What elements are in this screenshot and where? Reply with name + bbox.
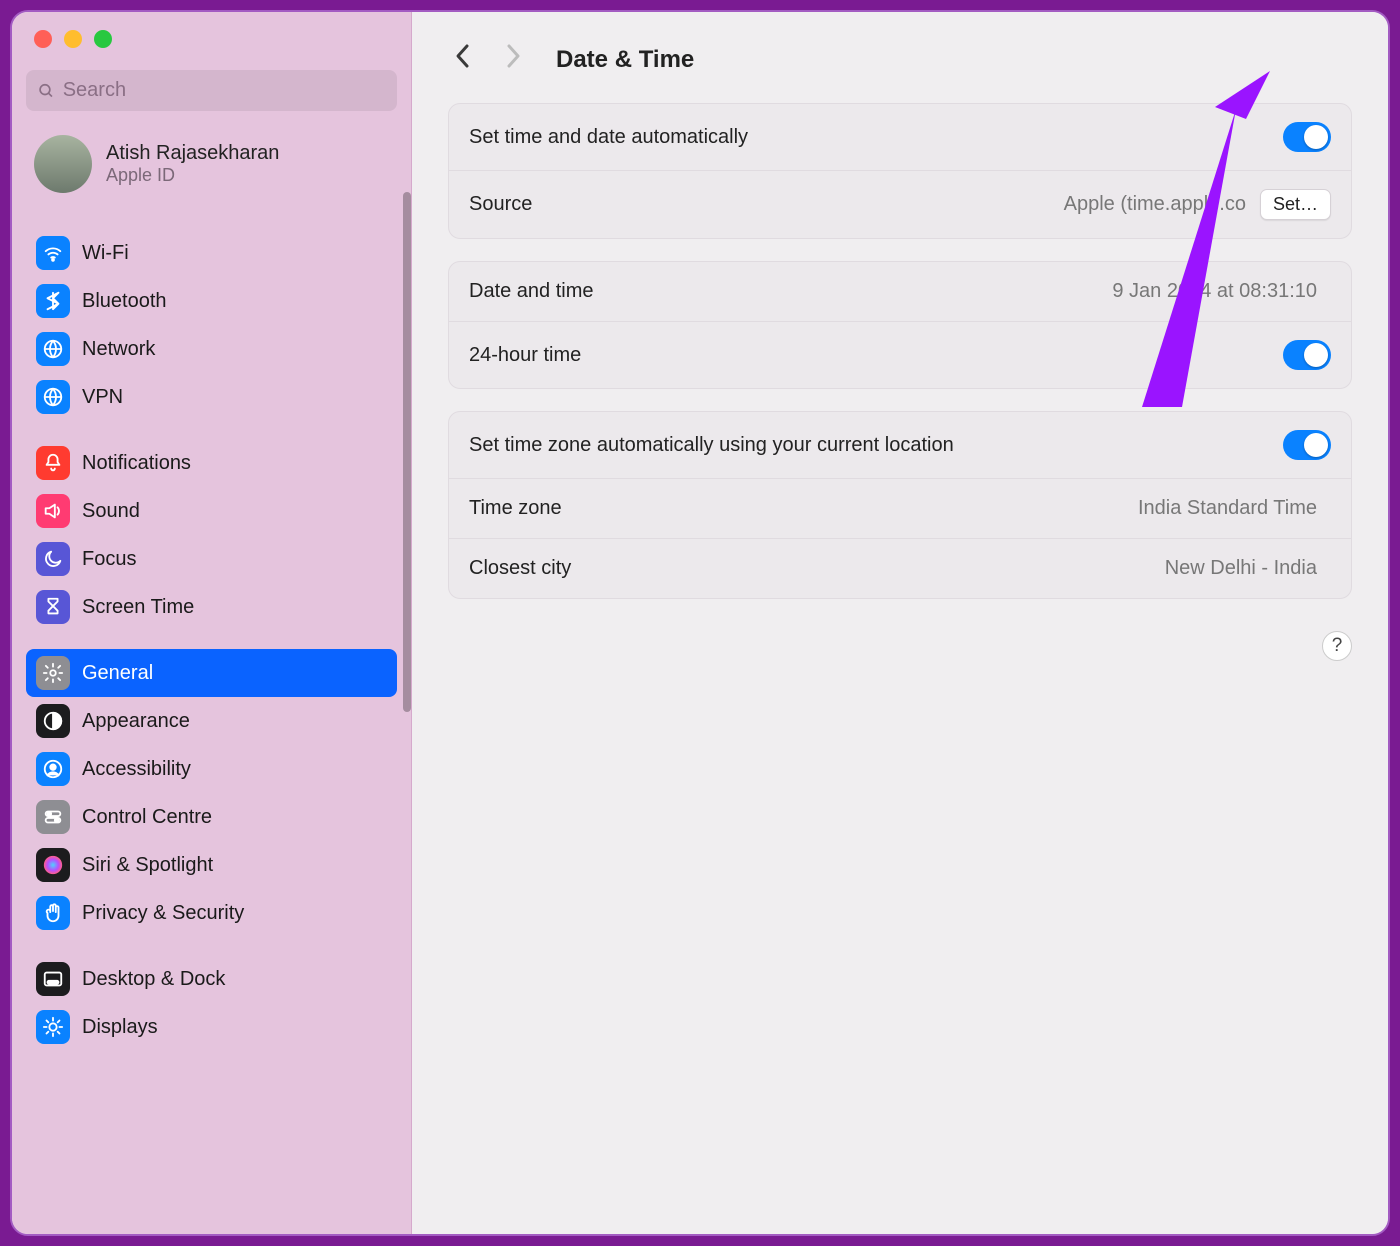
sidebar-item-label: Displays: [82, 1016, 158, 1039]
toggle-24hr[interactable]: [1283, 340, 1331, 370]
row-value: Apple (time.apple.co: [1064, 193, 1246, 216]
close-window-button[interactable]: [34, 30, 52, 48]
row-label: Source: [469, 193, 532, 216]
maximize-window-button[interactable]: [94, 30, 112, 48]
sidebar-item-label: Notifications: [82, 452, 191, 475]
sidebar-item-label: Accessibility: [82, 758, 191, 781]
dock-icon: [36, 962, 70, 996]
sidebar-item-controlcentre[interactable]: Control Centre: [26, 793, 397, 841]
help-button[interactable]: ?: [1322, 631, 1352, 661]
sidebar-item-label: Appearance: [82, 710, 190, 733]
sidebar-item-appearance[interactable]: Appearance: [26, 697, 397, 745]
sidebar-item-general[interactable]: General: [26, 649, 397, 697]
row-tz: Time zone India Standard Time: [449, 478, 1351, 538]
row-auto_datetime: Set time and date automatically: [449, 104, 1351, 170]
account-name: Atish Rajasekharan: [106, 142, 279, 165]
sidebar-item-bluetooth[interactable]: Bluetooth: [26, 277, 397, 325]
toggle-auto_tz[interactable]: [1283, 430, 1331, 460]
bluetooth-icon: [36, 284, 70, 318]
sidebar-item-label: Wi-Fi: [82, 242, 129, 265]
sidebar-item-notifications[interactable]: Notifications: [26, 439, 397, 487]
sidebar-item-screentime[interactable]: Screen Time: [26, 583, 397, 631]
sidebar-item-network[interactable]: Network: [26, 325, 397, 373]
sidebar-item-vpn[interactable]: VPN: [26, 373, 397, 421]
scrollbar-thumb[interactable]: [403, 192, 411, 712]
globe-icon: [36, 332, 70, 366]
row-source: Source Apple (time.apple.co Set…: [449, 170, 1351, 238]
minimize-window-button[interactable]: [64, 30, 82, 48]
sidebar-item-label: VPN: [82, 386, 123, 409]
content-pane: Date & Time Set time and date automatica…: [412, 12, 1388, 1234]
row-label: 24-hour time: [469, 344, 581, 367]
chevron-left-icon: [454, 42, 472, 70]
sidebar-item-displays[interactable]: Displays: [26, 1003, 397, 1051]
globe-icon: [36, 380, 70, 414]
siri-icon: [36, 848, 70, 882]
wifi-icon: [36, 236, 70, 270]
hourglass-icon: [36, 590, 70, 624]
sidebar-nav: Wi-Fi Bluetooth Network VPN Notifications Sou…: [26, 211, 397, 1051]
sidebar-item-label: Bluetooth: [82, 290, 167, 313]
sidebar-item-sound[interactable]: Sound: [26, 487, 397, 535]
sidebar-item-label: Control Centre: [82, 806, 212, 829]
settings-window: Atish Rajasekharan Apple ID Wi-Fi Bluetoo…: [10, 10, 1390, 1236]
sidebar-item-label: Screen Time: [82, 596, 194, 619]
moon-icon: [36, 542, 70, 576]
person-icon: [36, 752, 70, 786]
row-label: Set time zone automatically using your c…: [469, 434, 954, 457]
sidebar: Atish Rajasekharan Apple ID Wi-Fi Bluetoo…: [12, 12, 412, 1234]
avatar: [34, 135, 92, 193]
account-subtitle: Apple ID: [106, 165, 279, 186]
speaker-icon: [36, 494, 70, 528]
row-label: Set time and date automatically: [469, 126, 748, 149]
back-button[interactable]: [448, 38, 478, 81]
chevron-right-icon: [504, 42, 522, 70]
toggle-auto_datetime[interactable]: [1283, 122, 1331, 152]
row-datetime: Date and time 9 Jan 2024 at 08:31:10: [449, 262, 1351, 321]
row-24hr: 24-hour time: [449, 321, 1351, 388]
row-value: New Delhi - India: [1165, 557, 1317, 580]
search-input[interactable]: [63, 79, 385, 102]
forward-button[interactable]: [498, 38, 528, 81]
sidebar-item-desktop[interactable]: Desktop & Dock: [26, 955, 397, 1003]
content-header: Date & Time: [448, 38, 1352, 81]
gear-icon: [36, 656, 70, 690]
row-auto_tz: Set time zone automatically using your c…: [449, 412, 1351, 478]
row-label: Closest city: [469, 557, 571, 580]
sidebar-item-accessibility[interactable]: Accessibility: [26, 745, 397, 793]
contrast-icon: [36, 704, 70, 738]
sidebar-item-focus[interactable]: Focus: [26, 535, 397, 583]
search-field[interactable]: [26, 70, 397, 111]
brightness-icon: [36, 1010, 70, 1044]
search-icon: [38, 82, 55, 100]
settings-group: Date and time 9 Jan 2024 at 08:31:10 24-ho…: [448, 261, 1352, 389]
row-label: Time zone: [469, 497, 562, 520]
sidebar-item-label: Sound: [82, 500, 140, 523]
row-city: Closest city New Delhi - India: [449, 538, 1351, 598]
row-value: India Standard Time: [1138, 497, 1317, 520]
button-source[interactable]: Set…: [1260, 189, 1331, 220]
apple-id-row[interactable]: Atish Rajasekharan Apple ID: [26, 129, 397, 211]
hand-icon: [36, 896, 70, 930]
sidebar-item-label: Privacy & Security: [82, 902, 244, 925]
sidebar-item-label: Desktop & Dock: [82, 968, 225, 991]
bell-icon: [36, 446, 70, 480]
row-value: 9 Jan 2024 at 08:31:10: [1112, 280, 1317, 303]
sidebar-item-label: Network: [82, 338, 155, 361]
sidebar-item-privacy[interactable]: Privacy & Security: [26, 889, 397, 937]
window-controls: [26, 30, 397, 70]
settings-group: Set time zone automatically using your c…: [448, 411, 1352, 599]
sidebar-item-label: Siri & Spotlight: [82, 854, 213, 877]
page-title: Date & Time: [556, 46, 694, 74]
switches-icon: [36, 800, 70, 834]
settings-group: Set time and date automatically Source App…: [448, 103, 1352, 239]
sidebar-item-wifi[interactable]: Wi-Fi: [26, 229, 397, 277]
sidebar-item-siri[interactable]: Siri & Spotlight: [26, 841, 397, 889]
sidebar-item-label: General: [82, 662, 153, 685]
sidebar-item-label: Focus: [82, 548, 136, 571]
row-label: Date and time: [469, 280, 594, 303]
